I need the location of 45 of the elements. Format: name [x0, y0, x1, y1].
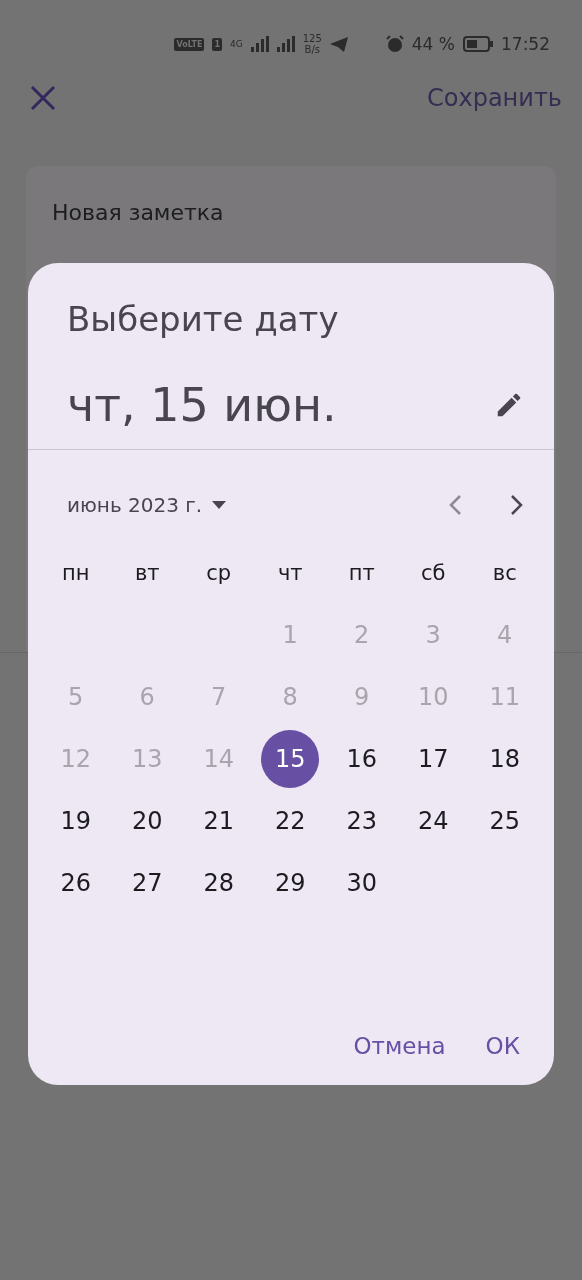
ok-button[interactable]: ОК [485, 1033, 520, 1059]
calendar-day[interactable]: 21 [189, 792, 248, 850]
selected-day[interactable]: 15 [261, 730, 320, 788]
alarm-icon [385, 35, 404, 53]
close-icon[interactable] [30, 85, 56, 111]
weekday-label: ср [206, 561, 232, 585]
clock-time: 17:52 [501, 34, 550, 54]
calendar-day[interactable]: 23 [332, 792, 391, 850]
network-label: 4G [230, 39, 243, 49]
selected-date-headline: чт, 15 июн. [67, 378, 337, 432]
cancel-button[interactable]: Отмена [353, 1033, 446, 1059]
dialog-title: Выберите дату [67, 298, 340, 341]
battery-percent: 44 % [411, 34, 455, 54]
caret-icon [212, 501, 227, 509]
speed-value: 125 [302, 33, 322, 44]
calendar-day[interactable]: 30 [332, 854, 391, 912]
calendar-day[interactable]: 25 [475, 792, 534, 850]
calendar-day[interactable]: 22 [261, 792, 320, 850]
weekday-label: вт [134, 561, 160, 585]
month-dropdown[interactable]: июнь 2023 г. [67, 493, 227, 517]
calendar-day[interactable]: 19 [46, 792, 105, 850]
paper-plane-icon [329, 36, 348, 52]
weekday-label: пт [348, 561, 375, 585]
calendar-day[interactable]: 27 [118, 854, 177, 912]
sim-badge: 1 [212, 37, 222, 51]
volte-badge: VoLTE [174, 37, 205, 51]
calendar-day[interactable]: 29 [261, 854, 320, 912]
signal-icon [276, 36, 295, 52]
weekday-label: вс [492, 561, 517, 585]
chevron-right-icon[interactable] [510, 494, 524, 516]
calendar-day[interactable]: 24 [404, 792, 463, 850]
chevron-left-icon[interactable] [448, 494, 462, 516]
calendar-day[interactable]: 26 [46, 854, 105, 912]
note-title: Новая заметка [52, 200, 224, 225]
calendar-day[interactable]: 18 [475, 730, 534, 788]
signal-icon [250, 36, 269, 52]
weekday-label: чт [277, 561, 303, 585]
calendar-day[interactable]: 17 [404, 730, 463, 788]
weekday-label: пн [62, 561, 90, 585]
battery-icon [463, 36, 493, 52]
weekday-label: сб [421, 561, 446, 585]
speed-unit: B/s [304, 44, 320, 55]
calendar-day[interactable]: 20 [118, 792, 177, 850]
calendar-day[interactable]: 16 [332, 730, 391, 788]
calendar-day[interactable]: 28 [189, 854, 248, 912]
